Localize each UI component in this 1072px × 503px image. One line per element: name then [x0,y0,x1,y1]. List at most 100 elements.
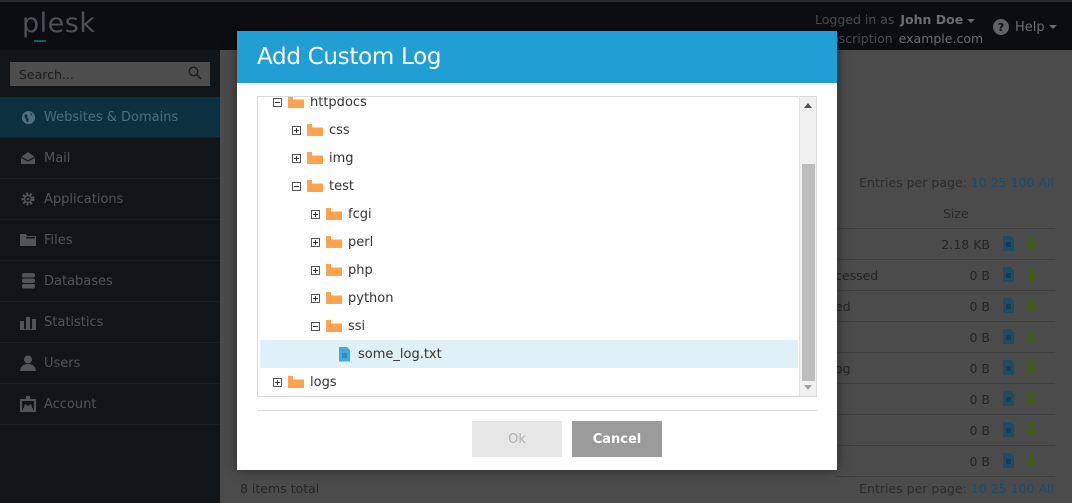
help-menu[interactable]: ? Help [993,19,1057,35]
dialog-divider [257,410,817,411]
view-log-icon[interactable] [1003,236,1014,251]
table-row[interactable]: 0 B [835,322,1055,353]
entries-option-all[interactable]: All [1039,481,1055,496]
tree-folder-item[interactable]: css [258,116,798,144]
scroll-thumb[interactable] [802,164,815,381]
tree-folder-item[interactable]: php [258,256,798,284]
download-icon[interactable] [1025,267,1037,283]
log-size: 0 B [969,361,990,376]
sidebar-item-users[interactable]: Users [0,343,220,384]
sidebar-item-applications[interactable]: Applications [0,179,220,220]
expand-icon[interactable] [311,293,320,303]
table-row[interactable]: 0 B [835,384,1055,415]
help-label: Help [1015,19,1045,35]
user-icon [20,355,36,371]
sidebar: Search... Websites & Domains Mail Applic… [0,50,220,503]
sidebar-item-databases[interactable]: Databases [0,261,220,302]
download-icon[interactable] [1025,298,1037,314]
folder-icon [326,264,342,276]
expand-icon[interactable] [311,237,320,247]
download-icon[interactable] [1025,360,1037,376]
sidebar-item-files[interactable]: Files [0,220,220,261]
table-row[interactable]: og 0 B [835,353,1055,384]
collapse-icon[interactable] [273,97,282,107]
tree-folder-item[interactable]: logs [258,368,798,396]
tree-folder-item[interactable]: perl [258,228,798,256]
chevron-down-icon [967,18,976,23]
log-name[interactable]: ed [835,299,851,314]
view-log-icon[interactable] [1003,453,1014,468]
view-log-icon[interactable] [1003,360,1014,375]
collapse-icon[interactable] [292,181,301,191]
tree-item-label: fcgi [348,206,372,222]
table-row[interactable]: 0 B [835,446,1055,477]
sidebar-item-label: Account [44,396,97,412]
entries-option-10[interactable]: 10 [971,481,987,496]
view-log-icon[interactable] [1003,267,1014,282]
folder-icon [288,376,304,388]
view-log-icon[interactable] [1003,422,1014,437]
logged-in-label: Logged in as [815,12,895,27]
scroll-down-icon[interactable] [804,385,812,390]
tree-item-label: img [329,150,354,166]
table-row[interactable]: ed 0 B [835,291,1055,322]
download-icon[interactable] [1025,391,1037,407]
user-menu[interactable]: John Doe [900,12,976,27]
sidebar-item-mail[interactable]: Mail [0,138,220,179]
expand-icon[interactable] [273,377,282,387]
subscription-value[interactable]: example.com [899,31,983,46]
tree-scrollbar[interactable] [799,97,816,396]
gear-icon [20,191,36,207]
entries-option-25[interactable]: 25 [991,481,1007,496]
entries-option-25[interactable]: 25 [991,175,1007,190]
tree-folder-item[interactable]: ssi [258,312,798,340]
entries-option-100[interactable]: 100 [1011,481,1035,496]
collapse-icon[interactable] [311,321,320,331]
log-size: 0 B [969,423,990,438]
download-icon[interactable] [1025,422,1037,438]
download-icon[interactable] [1025,329,1037,345]
sidebar-item-account[interactable]: Account [0,384,220,425]
help-icon: ? [993,19,1009,35]
tree-file-item[interactable]: some_log.txt [260,340,798,368]
tree-item-label: css [329,122,350,138]
sidebar-item-websites-domains[interactable]: Websites & Domains [0,97,220,138]
tree-folder-item[interactable]: fcgi [258,200,798,228]
view-log-icon[interactable] [1003,298,1014,313]
expand-icon[interactable] [292,125,301,135]
file-tree: httpdocs css img test fcgi perl php python ssi so… [257,96,817,397]
search-icon[interactable] [188,66,202,80]
plesk-logo[interactable]: plesk [22,8,95,39]
user-area: Logged in as John Doe Subscription example… [815,10,983,48]
table-row[interactable]: cessed 0 B [835,260,1055,291]
table-row[interactable]: 2.18 KB [835,229,1055,260]
ok-button[interactable]: Ok [472,421,562,457]
view-log-icon[interactable] [1003,391,1014,406]
tree-folder-item[interactable]: test [258,172,798,200]
log-name[interactable]: cessed [835,268,878,283]
download-icon[interactable] [1025,236,1037,252]
size-column-header[interactable]: Size [943,206,969,221]
entries-option-10[interactable]: 10 [971,175,987,190]
sidebar-item-label: Files [44,232,73,248]
tree-folder-item[interactable]: httpdocs [258,96,798,116]
folder-icon [307,152,323,164]
tree-folder-item[interactable]: python [258,284,798,312]
folder-icon [288,97,304,108]
view-log-icon[interactable] [1003,329,1014,344]
download-icon[interactable] [1025,453,1037,469]
tree-folder-item[interactable]: img [258,144,798,172]
sidebar-item-statistics[interactable]: Statistics [0,302,220,343]
tree-item-label: httpdocs [310,96,367,110]
search-input[interactable]: Search... [10,62,210,86]
entries-option-100[interactable]: 100 [1011,175,1035,190]
cancel-button[interactable]: Cancel [572,421,662,457]
expand-icon[interactable] [311,265,320,275]
log-name[interactable]: og [835,361,851,376]
expand-icon[interactable] [311,209,320,219]
log-size: 0 B [969,330,990,345]
scroll-up-icon[interactable] [804,103,812,108]
table-row[interactable]: 0 B [835,415,1055,446]
expand-icon[interactable] [292,153,301,163]
entries-option-all[interactable]: All [1039,175,1055,190]
